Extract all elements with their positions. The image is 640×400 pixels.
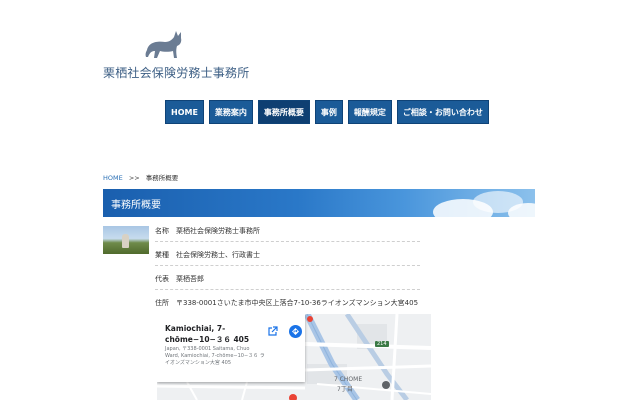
map-place-name: Kamiochiai, 7-chōme−10−３６ 405 [165, 324, 250, 344]
map-place-address: Japan, 〒338-0001 Saitama, Chuo Ward, Kam… [165, 346, 265, 366]
info-value: 社会保険労務士、行政書士 [176, 251, 260, 259]
map-area-label: 7 CHOME [334, 376, 363, 383]
map-area-label-ja: 7丁目 [337, 386, 353, 393]
info-row-address: 住所 〒338-0001さいたま市中央区上落合7-10-36ライオンズマンション大… [155, 294, 420, 313]
main-nav: HOME 業務案内 事務所概要 事例 報酬規定 ご相談・お問い合わせ [165, 100, 489, 124]
info-label: 代表 [155, 275, 169, 283]
info-value: 栗栖吾郎 [176, 275, 204, 283]
info-row-business: 業種 社会保険労務士、行政書士 [155, 246, 420, 266]
info-value: 〒338-0001さいたま市中央区上落合7-10-36ライオンズマンション大宮4… [176, 299, 419, 307]
breadcrumb-home-link[interactable]: HOME [103, 174, 123, 182]
nav-home[interactable]: HOME [165, 100, 204, 124]
nav-office-overview[interactable]: 事務所概要 [257, 100, 310, 124]
office-photo [103, 226, 149, 254]
info-row-representative: 代表 栗栖吾郎 [155, 270, 420, 290]
person-figure [122, 234, 129, 248]
site-name[interactable]: 栗栖社会保険労務士事務所 [103, 64, 249, 81]
info-label: 名称 [155, 227, 169, 235]
breadcrumb: HOME >> 事務所概要 [103, 172, 178, 182]
cat-logo-icon[interactable] [143, 30, 185, 60]
section-title: 事務所概要 [111, 200, 161, 211]
info-row-name: 名称 栗栖社会保険労務士事務所 [155, 222, 420, 242]
info-label: 業種 [155, 251, 169, 259]
info-value: 栗栖社会保険労務士事務所 [176, 227, 260, 235]
map-place-card: Kamiochiai, 7-chōme−10−３６ 405 Japan, 〒33… [157, 314, 305, 382]
nav-fees[interactable]: 報酬規定 [347, 100, 392, 124]
nav-contact[interactable]: ご相談・お問い合わせ [396, 100, 489, 124]
nav-cases[interactable]: 事例 [314, 100, 343, 124]
info-label: 住所 [155, 299, 169, 307]
breadcrumb-current: 事務所概要 [145, 174, 179, 182]
nav-services[interactable]: 業務案内 [208, 100, 253, 124]
google-map-embed[interactable]: 214 7 CHOME 7丁目 Kamiochiai, 7-chōme−10−３… [157, 314, 431, 400]
directions-icon[interactable] [289, 325, 302, 338]
open-in-maps-icon[interactable] [267, 326, 278, 337]
section-banner: 事務所概要 [103, 189, 535, 217]
directions-arrow-icon [292, 328, 299, 335]
breadcrumb-separator: >> [128, 174, 140, 182]
road-number-badge: 214 [375, 341, 389, 347]
